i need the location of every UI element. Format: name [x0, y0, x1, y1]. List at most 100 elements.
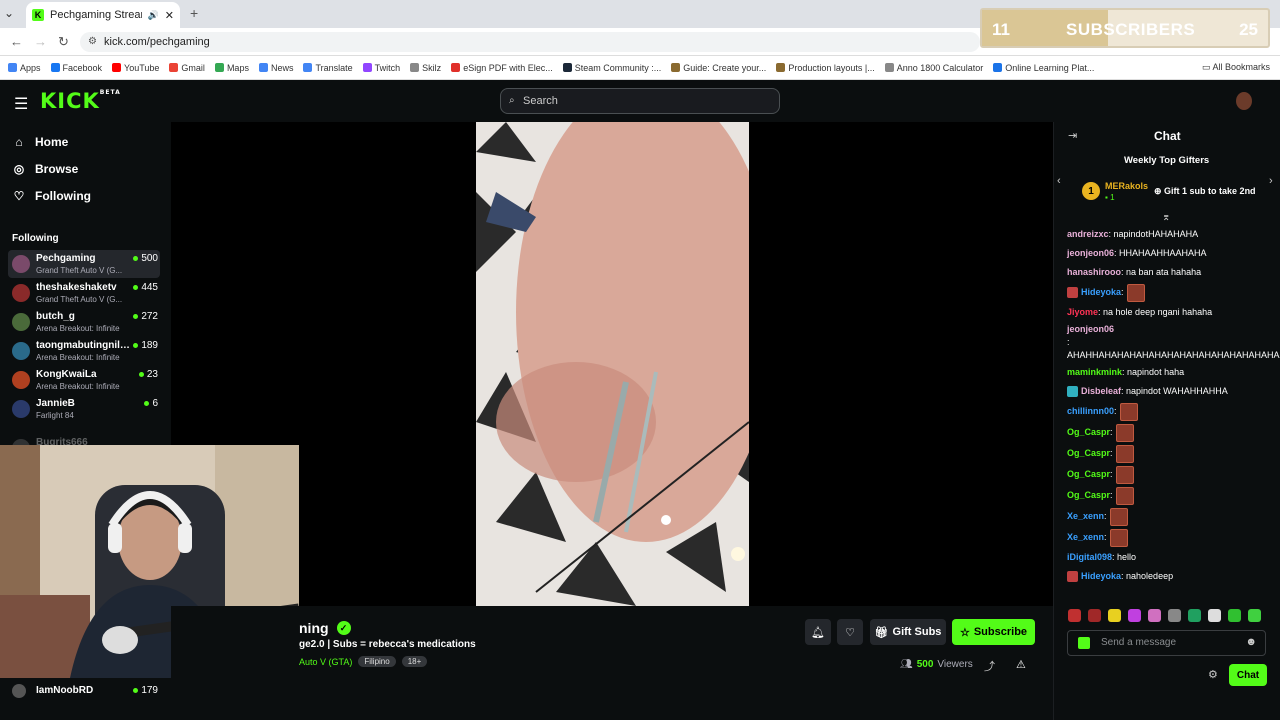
gift-cta[interactable]: ⊕ Gift 1 sub to take 2nd [1154, 186, 1256, 197]
emote-7-icon[interactable] [1188, 609, 1201, 622]
bookmark-item[interactable]: Twitch [362, 63, 400, 73]
bookmark-item[interactable]: Online Learning Plat... [993, 63, 1094, 73]
speaker-icon[interactable]: 🔊 [148, 10, 159, 21]
following-item-bottom[interactable]: IamNoobRD 179 [8, 684, 160, 698]
notification-bell-button[interactable]: 🔔︎ [805, 619, 831, 645]
bookmark-item[interactable]: Steam Community :... [562, 63, 661, 73]
category-link[interactable]: Auto V (GTA) [299, 657, 352, 667]
gift-subs-button[interactable]: 🎁︎ Gift Subs [870, 619, 946, 645]
follow-button[interactable]: ♡ [837, 619, 863, 645]
bookmark-icon [50, 63, 60, 72]
report-icon[interactable]: ⚠ [1016, 658, 1026, 671]
emote-1-icon[interactable] [1068, 609, 1081, 622]
chat-username[interactable]: maminkmink [1067, 366, 1122, 379]
bookmark-item[interactable]: Gmail [169, 63, 205, 73]
close-tab-icon[interactable]: ✕ [165, 9, 174, 22]
user-avatar[interactable] [1236, 92, 1252, 110]
chevron-right-icon[interactable]: › [1269, 175, 1273, 187]
emote-9-icon[interactable] [1228, 609, 1241, 622]
subscribe-button[interactable]: ☆ Subscribe [952, 619, 1035, 645]
tag-language[interactable]: Filipino [358, 656, 396, 667]
tab-list-icon[interactable]: ⌄ [4, 6, 14, 20]
emoji-icon[interactable]: ☻ [1245, 636, 1257, 648]
bookmark-item[interactable]: Production layouts |... [776, 63, 875, 73]
gift-icon[interactable] [1078, 637, 1090, 649]
emote-3-icon[interactable] [1108, 609, 1121, 622]
following-item[interactable]: JannieB Farlight 84 6 [8, 395, 160, 423]
gear-icon[interactable]: ⚙ [1208, 668, 1218, 681]
following-item[interactable]: Pechgaming Grand Theft Auto V (G... 500 [8, 250, 160, 278]
chat-username[interactable]: andreizxc [1067, 228, 1109, 241]
bookmark-item[interactable]: YouTube [112, 63, 159, 73]
bookmark-item[interactable]: Translate [303, 63, 353, 73]
bell-icon: 🔔︎ [811, 626, 825, 639]
following-item[interactable]: butch_g Arena Breakout: Infinite 272 [8, 308, 160, 336]
send-chat-button[interactable]: Chat [1229, 664, 1267, 686]
pin-icon[interactable]: ⌆ [1162, 212, 1170, 223]
following-item[interactable]: taongmabutingnila... Arena Breakout: Infi… [8, 337, 160, 365]
kick-logo[interactable]: KICKBETA [40, 89, 121, 113]
gifter-name[interactable]: MERakols [1105, 181, 1148, 191]
emote-icon [1109, 507, 1128, 526]
bookmark-icon [8, 63, 17, 72]
emote-8-icon[interactable] [1208, 609, 1221, 622]
chat-input[interactable]: Send a message ☻ [1067, 630, 1266, 656]
video-frame[interactable] [476, 122, 749, 606]
emote-4-icon[interactable] [1128, 609, 1141, 622]
chat-username[interactable]: hanashirooo [1067, 266, 1121, 279]
back-icon[interactable]: ← [10, 34, 23, 49]
nav-home[interactable]: ⌂ Home [12, 135, 68, 149]
new-tab-icon[interactable]: + [190, 5, 198, 21]
chat-username[interactable]: Og_Caspr [1067, 468, 1110, 481]
chat-username[interactable]: Xe_xenn [1067, 510, 1104, 523]
chat-username[interactable]: iDigital098 [1067, 551, 1112, 564]
emote-5-icon[interactable] [1148, 609, 1161, 622]
chat-username[interactable]: chillinnn00 [1067, 405, 1114, 418]
chat-username[interactable]: Hideyoka [1081, 286, 1121, 299]
subscribe-label: Subscribe [973, 626, 1028, 638]
emote-6-icon[interactable] [1168, 609, 1181, 622]
emote-2-icon[interactable] [1088, 609, 1101, 622]
streamer-name[interactable]: ning ✓ [299, 620, 351, 636]
bookmark-item[interactable]: eSign PDF with Elec... [451, 63, 553, 73]
nav-browse[interactable]: ◎ Browse [12, 162, 79, 176]
chat-username[interactable]: Og_Caspr [1067, 426, 1110, 439]
chat-username[interactable]: Disbeleaf [1081, 385, 1121, 398]
site-info-icon[interactable]: ⚙ [88, 32, 97, 52]
menu-icon[interactable]: ☰ [14, 94, 28, 114]
forward-icon[interactable]: → [34, 34, 47, 49]
bookmark-item[interactable]: Anno 1800 Calculator [884, 63, 983, 73]
all-bookmarks[interactable]: ▭ All Bookmarks [1202, 62, 1270, 73]
emote-icon [1115, 423, 1134, 442]
reload-icon[interactable]: ↻ [58, 34, 69, 50]
bookmark-item[interactable]: Apps [8, 63, 41, 73]
chat-username[interactable]: Xe_xenn [1067, 531, 1104, 544]
bookmark-item[interactable]: Skilz [410, 63, 441, 73]
chevron-left-icon[interactable]: ‹ [1057, 175, 1061, 187]
chat-username[interactable]: Hideyoka [1081, 570, 1121, 583]
sub-goal: 25 [1239, 20, 1258, 39]
bookmark-label: Maps [226, 62, 249, 73]
bookmark-item[interactable]: Guide: Create your... [671, 63, 766, 73]
bookmark-label: Guide: Create your... [683, 62, 767, 73]
tag-mature[interactable]: 18+ [401, 656, 428, 667]
browser-tab[interactable]: K Pechgaming Stream - Watc 🔊 ✕ [26, 2, 180, 28]
url-input[interactable]: ⚙ kick.com/pechgaming [80, 32, 980, 52]
chat-username[interactable]: Og_Caspr [1067, 489, 1110, 502]
bookmark-item[interactable]: Facebook [50, 63, 102, 73]
collapse-chat-icon[interactable]: ⇥ [1068, 129, 1077, 142]
share-icon[interactable]: ⤴ [984, 658, 995, 674]
following-item[interactable]: theshakeshaketv Grand Theft Auto V (G... 4… [8, 279, 160, 307]
chat-username[interactable]: jeonjeon06 [1067, 323, 1114, 336]
chat-username[interactable]: Jiyome [1067, 306, 1098, 319]
search-input[interactable]: ⌕ Search [500, 88, 780, 114]
emote-10-icon[interactable] [1248, 609, 1261, 622]
bookmark-item[interactable]: Maps [214, 62, 249, 73]
chat-username[interactable]: Og_Caspr [1067, 447, 1110, 460]
nav-following[interactable]: ♡ Following [12, 189, 91, 203]
following-item[interactable]: KongKwaiLa Arena Breakout: Infinite 23 [8, 366, 160, 394]
chat-text: : napindotHAHAHAHA [1108, 229, 1199, 239]
bookmark-item[interactable]: News [258, 63, 293, 73]
chat-username[interactable]: jeonjeon06 [1067, 247, 1114, 260]
viewers-icon: 👥︎ [900, 659, 913, 670]
